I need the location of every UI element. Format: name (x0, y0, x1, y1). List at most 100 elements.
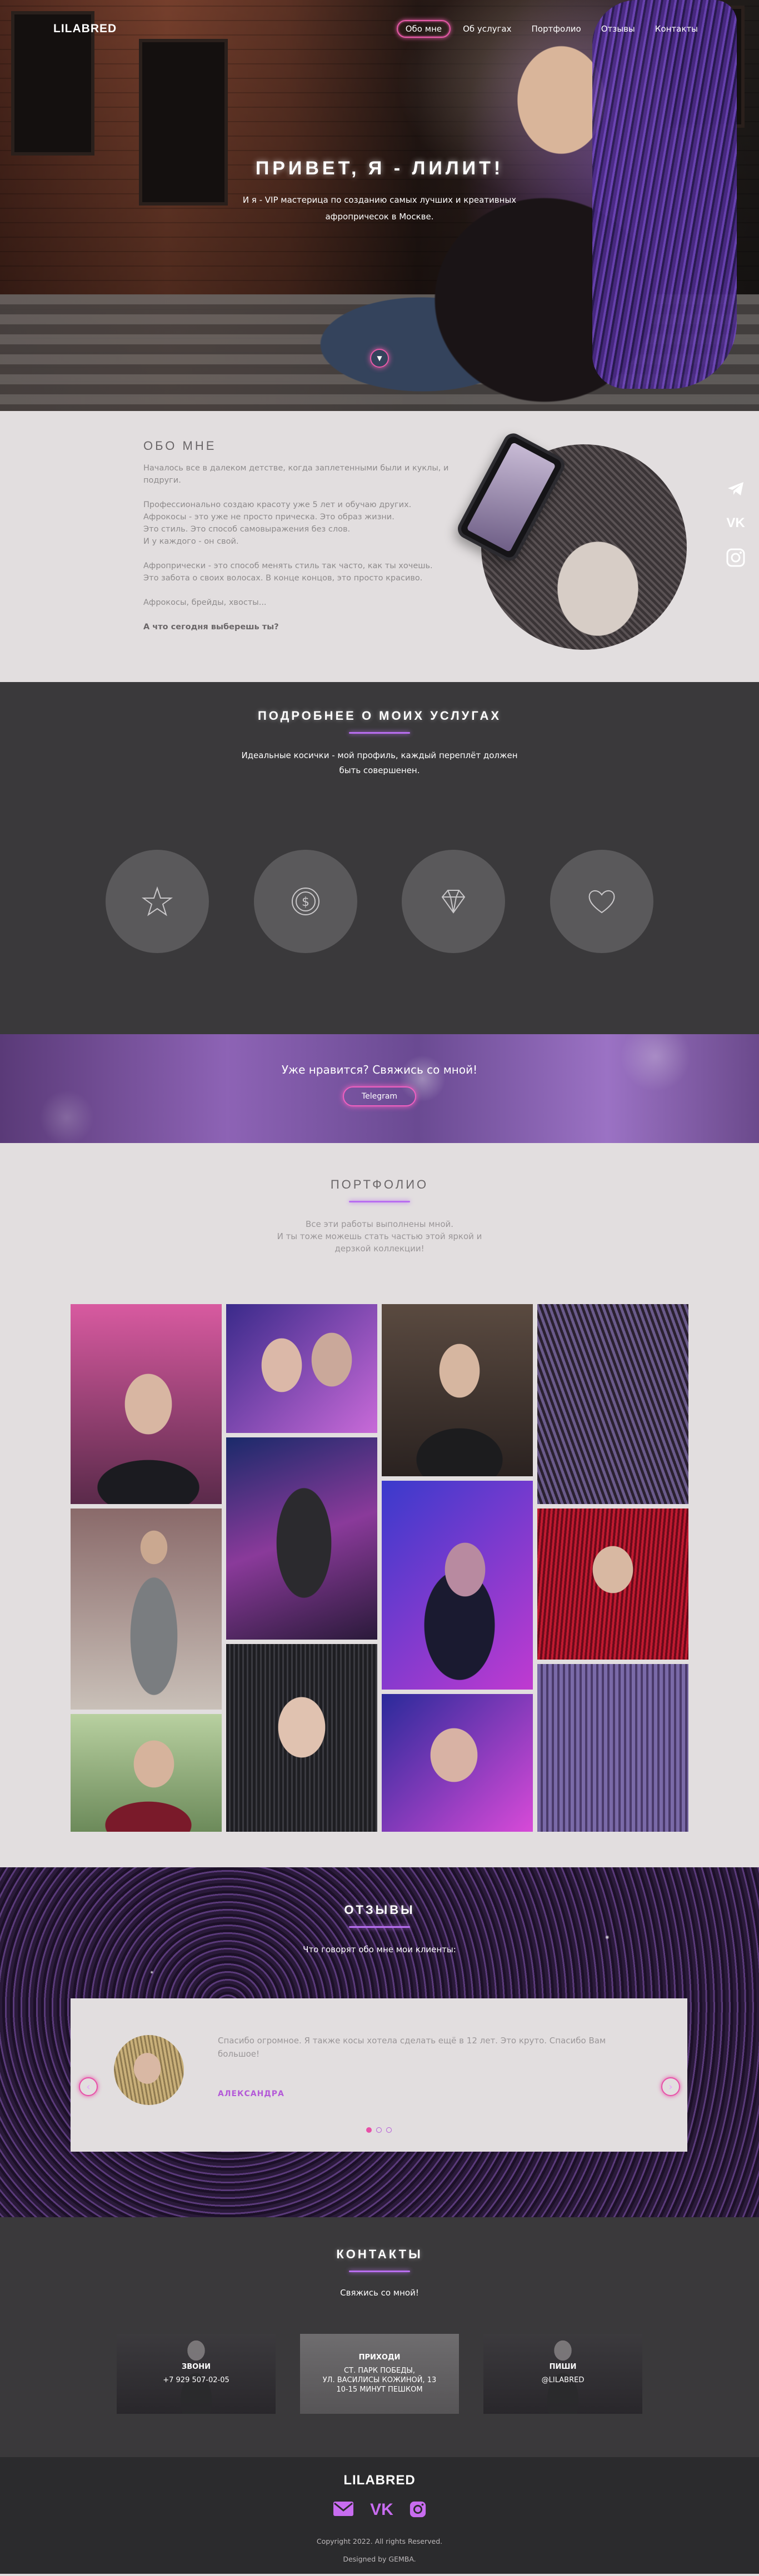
service-item[interactable] (550, 850, 653, 953)
next-slide-button[interactable]: › (661, 2077, 680, 2096)
title-underline (349, 732, 410, 734)
contacts-section: КОНТАКТЫ Свяжись со мной! ЗВОНИ +7 929 5… (0, 2217, 759, 2457)
footer: LILABRED VK Copyright 2022. All rights R… (0, 2457, 759, 2574)
nav-item-services[interactable]: Об услугах (455, 21, 519, 37)
about-text: ОБО МНЕ Началось все в далеком детстве, … (143, 440, 466, 633)
contact-card-image (541, 2334, 585, 2414)
services-title: ПОДРОБНЕЕ О МОИХ УСЛУГАХ (257, 709, 502, 723)
about-section: ОБО МНЕ Началось все в далеком детстве, … (0, 411, 759, 682)
top-nav: LILABRED Обо мне Об услугах Портфолио От… (0, 0, 759, 58)
nav-item-contacts[interactable]: Контакты (647, 21, 706, 37)
cta-text: Уже нравится? Свяжись со мной! (281, 1063, 478, 1076)
avatar (114, 2035, 184, 2105)
contact-card-image (174, 2334, 218, 2414)
contact-cards: ЗВОНИ +7 929 507-02-05 ПРИХОДИ СТ. ПАРК … (117, 2334, 642, 2414)
review-card: Спасибо огромное. Я также косы хотела сд… (71, 1998, 687, 2152)
portfolio-photo[interactable] (226, 1304, 377, 1433)
service-item[interactable] (402, 850, 506, 953)
about-title: ОБО МНЕ (143, 439, 217, 453)
footer-copyright: Copyright 2022. All rights Reserved. Des… (0, 2533, 759, 2568)
portfolio-photo[interactable] (382, 1481, 533, 1690)
telegram-icon[interactable] (725, 478, 747, 500)
service-item[interactable]: $ (253, 850, 357, 953)
chevron-right-icon: › (668, 2081, 673, 2093)
contact-card-message[interactable]: ПИШИ @LILABRED (483, 2334, 642, 2414)
logo[interactable]: LILABRED (53, 22, 117, 36)
contact-card-title: ЗВОНИ (182, 2363, 211, 2371)
contact-card-value: +7 929 507-02-05 (163, 2376, 229, 2384)
slider-dots (71, 2127, 687, 2133)
hero-subtitle: И я - VIP мастерица по созданию самых лу… (242, 195, 517, 222)
contact-card-title: ПРИХОДИ (358, 2353, 401, 2362)
about-paragraph: Афропрически - это способ менять стиль т… (143, 562, 433, 583)
service-item[interactable] (106, 850, 209, 953)
portfolio-section: ПОРТФОЛИО Все эти работы выполнены мной.… (0, 1143, 759, 1867)
nav-item-reviews[interactable]: Отзывы (593, 21, 643, 37)
slider-dot[interactable] (376, 2127, 382, 2133)
services-section: ПОДРОБНЕЕ О МОИХ УСЛУГАХ Идеальные косич… (0, 682, 759, 1034)
portfolio-photo[interactable] (537, 1304, 688, 1504)
coin-icon: $ (291, 888, 319, 915)
portfolio-subtitle: Все эти работы выполнены мной. И ты тоже… (277, 1219, 482, 1254)
portfolio-photo[interactable] (71, 1304, 222, 1504)
diamond-icon (442, 890, 466, 914)
nav-list: Обо мне Об услугах Портфолио Отзывы Конт… (396, 20, 706, 38)
cta-banner: Уже нравится? Свяжись со мной! Telegram (0, 1034, 759, 1143)
contact-card-phone[interactable]: ЗВОНИ +7 929 507-02-05 (117, 2334, 276, 2414)
vk-icon[interactable]: VK (370, 2500, 393, 2523)
title-underline (349, 1201, 410, 1202)
portfolio-grid (71, 1304, 688, 1832)
telegram-button[interactable]: Telegram (342, 1086, 417, 1106)
title-underline (349, 2271, 410, 2272)
reviews-subtitle: Что говорят обо мне мои клиенты: (303, 1944, 456, 1954)
prev-slide-button[interactable]: ‹ (79, 2077, 98, 2096)
portfolio-photo[interactable] (226, 1644, 377, 1832)
portfolio-photo[interactable] (537, 1508, 688, 1660)
portfolio-photo[interactable] (382, 1304, 533, 1476)
side-social-links: VK (725, 478, 747, 569)
scroll-down-button[interactable]: ▼ (370, 349, 389, 368)
mail-icon[interactable] (332, 2500, 354, 2523)
designed-by-text: Designed by GEMBA. (343, 2555, 416, 2563)
portfolio-photo[interactable] (71, 1508, 222, 1710)
slider-dot[interactable] (366, 2127, 372, 2133)
contact-card-title: ПИШИ (549, 2363, 577, 2371)
vk-icon[interactable]: VK (725, 512, 747, 534)
hero-text: ПРИВЕТ, Я - ЛИЛИТ! И я - VIP мастерица п… (0, 158, 759, 225)
copyright-text: Copyright 2022. All rights Reserved. (316, 2537, 443, 2545)
contacts-title: КОНТАКТЫ (336, 2247, 423, 2261)
portfolio-photo[interactable] (71, 1714, 222, 1832)
contact-card-value: СТ. ПАРК ПОБЕДЫ, УЛ. ВАСИЛИСЫ КОЖИНОЙ, 1… (322, 2367, 437, 2394)
contact-card-value: @LILABRED (541, 2376, 585, 2384)
svg-text:$: $ (302, 895, 309, 909)
chevron-left-icon: ‹ (86, 2081, 91, 2093)
review-text: Спасибо огромное. Я также косы хотела сд… (218, 2036, 606, 2059)
title-underline (349, 1926, 410, 1928)
services-subtitle: Идеальные косички - мой профиль, каждый … (241, 750, 518, 775)
about-paragraph: Афрокосы, брейды, хвосты... (143, 598, 267, 607)
instagram-icon[interactable] (725, 547, 747, 569)
footer-logo[interactable]: LILABRED (0, 2457, 759, 2488)
reviews-section: ОТЗЫВЫ Что говорят обо мне мои клиенты: … (0, 1867, 759, 2217)
about-question: А что сегодня выберешь ты? (143, 623, 279, 632)
star-icon (141, 886, 173, 916)
about-paragraph: Началось все в далеком детстве, когда за… (143, 464, 449, 485)
portfolio-photo[interactable] (537, 1664, 688, 1832)
contacts-subtitle: Свяжись со мной! (340, 2288, 419, 2298)
portfolio-photo[interactable] (226, 1437, 377, 1640)
footer-social-links: VK (0, 2500, 759, 2523)
nav-item-portfolio[interactable]: Портфолио (523, 21, 588, 37)
portfolio-title: ПОРТФОЛИО (330, 1177, 429, 1191)
chevron-down-icon: ▼ (377, 354, 382, 362)
review-author: АЛЕКСАНДРА (218, 2089, 284, 2098)
nav-item-about[interactable]: Обо мне (396, 20, 451, 38)
contact-card-address[interactable]: ПРИХОДИ СТ. ПАРК ПОБЕДЫ, УЛ. ВАСИЛИСЫ КО… (300, 2334, 459, 2414)
reviews-title: ОТЗЫВЫ (344, 1903, 415, 1917)
about-paragraph: Профессионально создаю красоту уже 5 лет… (143, 500, 412, 546)
slider-dot[interactable] (386, 2127, 392, 2133)
hero-heading: ПРИВЕТ, Я - ЛИЛИТ! (255, 158, 504, 179)
portfolio-photo[interactable] (382, 1694, 533, 1832)
instagram-icon[interactable] (409, 2500, 427, 2523)
hero-section: LILABRED Обо мне Об услугах Портфолио От… (0, 0, 759, 411)
services-icons: $ (106, 850, 653, 953)
